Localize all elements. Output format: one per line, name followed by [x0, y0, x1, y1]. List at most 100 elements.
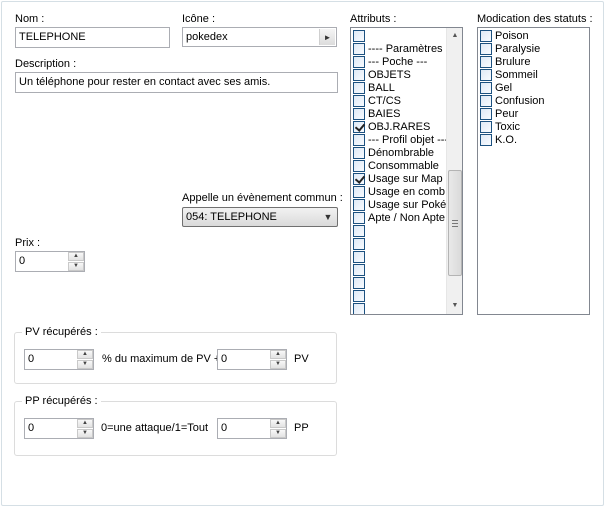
attribute-item[interactable]	[353, 238, 368, 251]
status-item-label: Gel	[495, 82, 513, 94]
attribute-item[interactable]	[353, 264, 368, 277]
checkbox-icon[interactable]	[480, 82, 492, 94]
checkbox-icon[interactable]	[353, 212, 365, 224]
attribute-item[interactable]: CT/CS	[353, 95, 401, 108]
checkbox-checked-icon[interactable]	[353, 173, 365, 185]
checkbox-icon[interactable]	[353, 30, 365, 42]
spin-up-icon[interactable]: ▲	[68, 252, 84, 261]
name-input[interactable]: TELEPHONE	[15, 27, 170, 48]
attribute-item[interactable]: BAIES	[353, 108, 400, 121]
attribute-item[interactable]: Usage sur Poké	[353, 199, 446, 212]
status-item[interactable]: Peur	[480, 108, 518, 121]
attributes-scrollbar[interactable]: ▲ ▼	[446, 28, 462, 314]
status-item[interactable]: Gel	[480, 82, 512, 95]
attribute-item[interactable]	[353, 225, 368, 238]
attribute-item-label: Consommable	[368, 160, 439, 172]
description-input[interactable]: Un téléphone pour rester en contact avec…	[15, 72, 338, 93]
spin-up-icon[interactable]: ▲	[77, 350, 93, 359]
attribute-item-label: ---- Paramètres G	[368, 43, 455, 55]
attribute-item[interactable]	[353, 277, 368, 290]
attribute-item[interactable]	[353, 251, 368, 264]
checkbox-icon[interactable]	[353, 225, 365, 237]
attributes-checklist[interactable]: ---- Paramètres G --- Poche --- OBJETS BALL…	[350, 27, 463, 315]
attribute-item[interactable]: Apte / Non Apte	[353, 212, 445, 225]
checkbox-icon[interactable]	[353, 264, 365, 276]
pv-flat-value: 0	[221, 353, 228, 365]
status-item[interactable]: Poison	[480, 30, 529, 43]
checkbox-icon[interactable]	[480, 121, 492, 133]
checkbox-icon[interactable]	[480, 56, 492, 68]
pv-recovered-group: PV récupérés : 0 ▲ ▼ % du maximum de PV …	[14, 326, 337, 384]
spin-down-icon[interactable]: ▼	[77, 360, 93, 369]
attribute-item-label: OBJETS	[368, 69, 411, 81]
status-item[interactable]: Confusion	[480, 95, 545, 108]
checkbox-checked-icon[interactable]	[353, 121, 365, 133]
spin-down-icon[interactable]: ▼	[270, 429, 286, 438]
checkbox-icon[interactable]	[480, 95, 492, 107]
status-item-label: Confusion	[495, 95, 545, 107]
checkbox-icon[interactable]	[480, 69, 492, 81]
checkbox-icon[interactable]	[353, 186, 365, 198]
checkbox-icon[interactable]	[353, 43, 365, 55]
attribute-item[interactable]: ---- Paramètres G	[353, 43, 454, 56]
pv-percent-spinner[interactable]: 0 ▲ ▼	[24, 349, 94, 370]
checkbox-icon[interactable]	[353, 147, 365, 159]
checkbox-icon[interactable]	[480, 30, 492, 42]
checkbox-icon[interactable]	[480, 43, 492, 55]
checkbox-icon[interactable]	[353, 160, 365, 172]
attribute-item[interactable]: BALL	[353, 82, 395, 95]
checkbox-icon[interactable]	[480, 108, 492, 120]
attribute-item[interactable]: Usage en comb	[353, 186, 445, 199]
checkbox-icon[interactable]	[480, 134, 492, 146]
spin-up-icon[interactable]: ▲	[270, 350, 286, 359]
scroll-thumb[interactable]	[448, 170, 462, 276]
pp-mode-spinner[interactable]: 0 ▲ ▼	[24, 418, 94, 439]
status-item[interactable]: K.O.	[480, 134, 517, 147]
scroll-down-icon[interactable]: ▼	[447, 298, 462, 314]
common-event-select[interactable]: 054: TELEPHONE ▼	[182, 207, 338, 227]
pp-amount-spinner[interactable]: 0 ▲ ▼	[217, 418, 287, 439]
attribute-item[interactable]: Dénombrable	[353, 147, 434, 160]
attribute-item[interactable]	[353, 303, 368, 314]
status-item[interactable]: Paralysie	[480, 43, 540, 56]
checkbox-icon[interactable]	[353, 290, 365, 302]
spin-down-icon[interactable]: ▼	[270, 360, 286, 369]
checkbox-icon[interactable]	[353, 82, 365, 94]
checkbox-icon[interactable]	[353, 56, 365, 68]
status-changes-checklist[interactable]: Poison Paralysie Brulure Sommeil Gel Confusio…	[477, 27, 590, 315]
status-item-label: Toxic	[495, 121, 521, 133]
name-label: Nom :	[15, 13, 45, 25]
checkbox-icon[interactable]	[353, 238, 365, 250]
checkbox-icon[interactable]	[353, 277, 365, 289]
chevron-right-icon[interactable]: ►	[319, 29, 335, 45]
status-item[interactable]: Brulure	[480, 56, 530, 69]
checkbox-icon[interactable]	[353, 108, 365, 120]
scroll-up-icon[interactable]: ▲	[447, 28, 462, 44]
pv-flat-spinner[interactable]: 0 ▲ ▼	[217, 349, 287, 370]
checkbox-icon[interactable]	[353, 134, 365, 146]
checkbox-icon[interactable]	[353, 95, 365, 107]
checkbox-icon[interactable]	[353, 251, 365, 263]
attribute-item[interactable]: Consommable	[353, 160, 439, 173]
attribute-item[interactable]: --- Poche ---	[353, 56, 427, 69]
spin-down-icon[interactable]: ▼	[77, 429, 93, 438]
spin-up-icon[interactable]: ▲	[270, 419, 286, 428]
attribute-item[interactable]: OBJETS	[353, 69, 411, 82]
attribute-item[interactable]	[353, 30, 368, 43]
status-item[interactable]: Toxic	[480, 121, 520, 134]
price-spinner[interactable]: 0 ▲ ▼	[15, 251, 85, 272]
checkbox-icon[interactable]	[353, 303, 365, 314]
checkbox-icon[interactable]	[353, 199, 365, 211]
spin-up-icon[interactable]: ▲	[77, 419, 93, 428]
checkbox-icon[interactable]	[353, 69, 365, 81]
attribute-item[interactable]: --- Profil objet ---	[353, 134, 448, 147]
icon-select[interactable]: pokedex ►	[182, 27, 337, 47]
spin-down-icon[interactable]: ▼	[68, 262, 84, 271]
attribute-item[interactable]: OBJ.RARES	[353, 121, 430, 134]
status-item-label: Paralysie	[495, 43, 541, 55]
attribute-item-label: OBJ.RARES	[368, 121, 431, 133]
attribute-item[interactable]	[353, 290, 368, 303]
triangle-down-icon[interactable]: ▼	[320, 209, 336, 225]
attribute-item[interactable]: Usage sur Map	[353, 173, 443, 186]
status-item[interactable]: Sommeil	[480, 69, 538, 82]
